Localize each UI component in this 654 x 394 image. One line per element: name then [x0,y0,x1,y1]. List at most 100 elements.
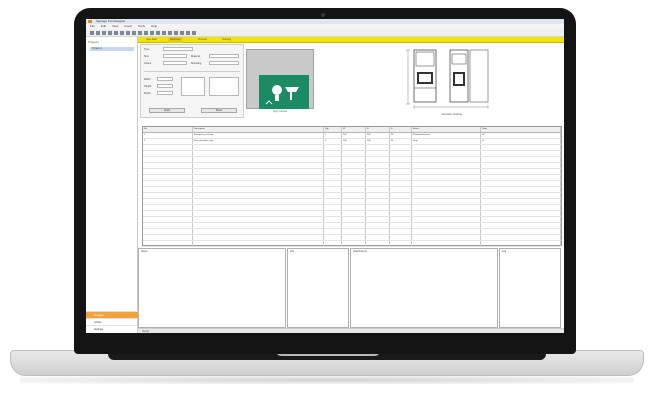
toolbar-button-icon[interactable] [96,31,100,35]
column-header[interactable]: W [342,127,366,132]
table-cell [324,199,343,204]
depth-field[interactable] [157,91,173,95]
table-cell [193,235,325,240]
table-cell [193,187,325,192]
table-cell [412,217,482,222]
table-cell [193,223,325,228]
table-cell: 200 [342,139,366,144]
nav-item-settings[interactable]: Settings [86,325,138,332]
table-cell [193,241,325,246]
table-cell [342,157,366,162]
reset-button[interactable]: Reset [201,108,237,113]
log-pane[interactable]: Log [499,248,561,328]
toolbar-button-icon[interactable] [120,31,124,35]
nav-item-library[interactable]: Library [86,318,138,325]
status-bar: Ready [138,328,564,333]
column-header[interactable]: Qty [324,127,343,132]
width-field[interactable] [157,77,173,81]
column-header[interactable]: H [366,127,390,132]
table-cell [193,205,325,210]
table-cell [342,193,366,198]
table-cell [366,187,390,192]
tab-sign-data[interactable]: Sign data [144,37,159,43]
type-field[interactable] [163,47,193,51]
size-field[interactable] [163,54,187,58]
toolbar [86,29,564,37]
toolbar-button-icon[interactable] [132,31,136,35]
column-header[interactable]: D [390,127,412,132]
table-cell [412,241,482,246]
toolbar-button-icon[interactable] [186,31,190,35]
toolbar-button-icon[interactable] [180,31,184,35]
column-header[interactable]: No. [143,127,193,132]
label-width: Width [144,78,151,81]
table-cell [143,193,193,198]
tree-item-selected[interactable]: Project 1 [90,47,134,51]
table-cell [390,217,412,222]
table-cell [412,223,482,228]
table-cell [390,169,412,174]
grid-body: 1 Emergency exit sign 1 200 300 20 Photolumine… [143,133,561,247]
tab-attributes[interactable]: Attributes [168,37,183,43]
toolbar-button-icon[interactable] [156,31,160,35]
height-field[interactable] [157,84,173,88]
nav-item-designer[interactable]: Designer [86,311,138,318]
table-cell [342,223,366,228]
table-cell [324,145,343,150]
toolbar-button-icon[interactable] [168,31,172,35]
table-cell [481,157,561,162]
table-cell [366,193,390,198]
table-cell [342,169,366,174]
attachments-pane[interactable]: Attachments [350,248,498,328]
label-material: Material [191,55,200,58]
table-cell: B [481,139,561,144]
table-cell: Vinyl [412,139,482,144]
toolbar-button-icon[interactable] [102,31,106,35]
column-header[interactable]: Note [481,127,561,132]
table-cell [412,151,482,156]
table-cell [143,205,193,210]
column-header[interactable]: Finish [412,127,482,132]
info-pane[interactable]: Info [287,248,349,328]
notes-box[interactable] [209,77,239,96]
table-cell [324,229,343,234]
column-header[interactable]: Description [193,127,325,132]
table-cell [481,241,561,246]
tab-drawing[interactable]: Drawing [220,37,233,43]
table-cell [324,223,343,228]
table-cell [324,217,343,222]
table-cell: 200 [366,139,390,144]
mounting-field[interactable] [209,61,239,65]
preview-caption: Sign preview [272,110,288,113]
toolbar-button-icon[interactable] [162,31,166,35]
toolbar-button-icon[interactable] [126,31,130,35]
apply-button[interactable]: Apply [149,108,185,113]
attachments-pane-label: Attachments [353,250,367,253]
toolbar-button-icon[interactable] [114,31,118,35]
table-cell [143,229,193,234]
table-cell [193,181,325,186]
toolbar-button-icon[interactable] [144,31,148,35]
toolbar-button-icon[interactable] [150,31,154,35]
material-field[interactable] [209,54,239,58]
tab-preview[interactable]: Preview [196,37,209,43]
table-cell [390,229,412,234]
table-row[interactable] [143,241,561,247]
notes-pane[interactable]: Notes [138,248,286,328]
table-cell [481,163,561,168]
toolbar-button-icon[interactable] [174,31,178,35]
colour-field[interactable] [163,61,187,65]
table-cell [366,223,390,228]
table-cell [390,181,412,186]
table-cell [193,145,325,150]
toolbar-button-icon[interactable] [138,31,142,35]
table-cell: Photoluminescent [412,133,482,138]
toolbar-button-icon[interactable] [192,31,196,35]
label-size: Size [144,55,149,58]
options-box[interactable] [181,77,205,96]
toolbar-button-icon[interactable] [108,31,112,35]
table-cell [342,181,366,186]
toolbar-button-icon[interactable] [90,31,94,35]
table-cell [143,181,193,186]
table-cell [143,211,193,216]
